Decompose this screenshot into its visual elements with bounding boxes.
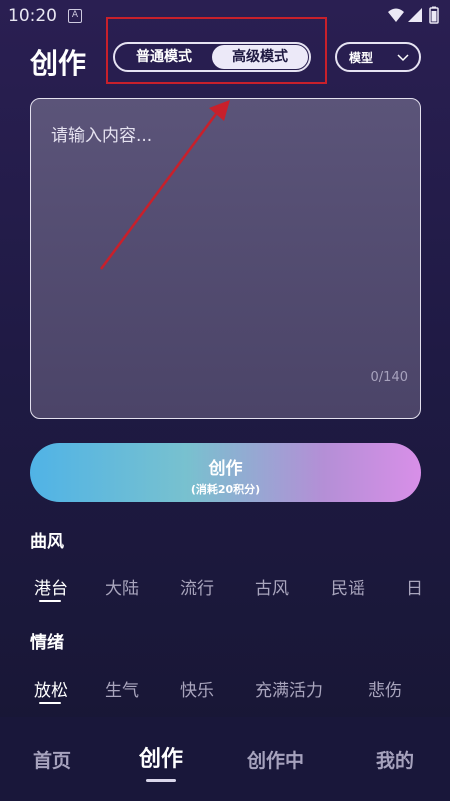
model-select-label: 模型 xyxy=(349,51,374,65)
signal-icon xyxy=(408,8,422,22)
mood-tag[interactable]: 充满活力 xyxy=(255,676,323,701)
lyrics-input[interactable]: 请输入内容... 0/140 xyxy=(30,98,421,419)
create-button-label: 创作 xyxy=(208,459,243,479)
style-tag-row: 港台 大陆 流行 古风 民谣 日 xyxy=(0,574,450,614)
style-tag[interactable]: 日 xyxy=(406,574,423,599)
style-tag[interactable]: 大陆 xyxy=(105,574,139,599)
style-tag[interactable]: 流行 xyxy=(180,574,214,599)
nav-creating[interactable]: 创作中 xyxy=(247,746,304,773)
model-select[interactable]: 模型 xyxy=(335,42,421,72)
mood-tag[interactable]: 生气 xyxy=(105,676,139,701)
style-tag[interactable]: 民谣 xyxy=(331,574,365,599)
mood-tag-row: 放松 生气 快乐 充满活力 悲伤 xyxy=(0,676,450,716)
notification-icon: A xyxy=(68,9,82,23)
mood-tag[interactable]: 放松 xyxy=(34,676,68,701)
style-tag[interactable]: 港台 xyxy=(34,574,68,599)
page-title: 创作 xyxy=(30,47,87,80)
nav-mine[interactable]: 我的 xyxy=(376,746,414,773)
status-time: 10:20 xyxy=(8,6,57,26)
nav-home[interactable]: 首页 xyxy=(33,746,71,773)
nav-active-indicator xyxy=(146,779,176,782)
mood-active-indicator xyxy=(39,702,61,704)
mood-tag[interactable]: 快乐 xyxy=(180,676,214,701)
battery-icon xyxy=(429,6,439,24)
input-placeholder: 请输入内容... xyxy=(51,126,153,146)
char-counter: 0/140 xyxy=(370,370,408,385)
style-tag[interactable]: 古风 xyxy=(255,574,289,599)
annotation-highlight-box xyxy=(106,17,327,84)
style-active-indicator xyxy=(39,600,61,602)
bottom-nav: 首页 创作 创作中 我的 xyxy=(0,717,450,801)
nav-create[interactable]: 创作 xyxy=(139,741,183,773)
wifi-icon xyxy=(388,8,404,22)
mood-tag[interactable]: 悲伤 xyxy=(368,676,402,701)
create-cost-label: (消耗20积分) xyxy=(190,483,261,496)
style-section-title: 曲风 xyxy=(30,532,64,552)
mood-section-title: 情绪 xyxy=(30,633,64,653)
status-icons xyxy=(386,6,442,30)
create-button[interactable]: 创作 (消耗20积分) xyxy=(30,443,421,502)
chevron-down-icon xyxy=(397,50,409,69)
